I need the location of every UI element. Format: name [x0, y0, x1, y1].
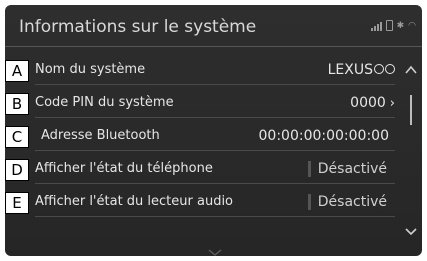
- row-value: LEXUS: [328, 62, 395, 78]
- scroll-up-icon[interactable]: [404, 63, 418, 77]
- row-divider: [35, 216, 395, 217]
- row-label: Nom du système: [35, 62, 146, 77]
- system-info-screen: Informations sur le système ✱ ◠ A Nom du…: [5, 5, 422, 256]
- chevron-down-icon: [208, 249, 222, 256]
- row-divider: [35, 84, 395, 85]
- bluetooth-icon: ✱: [396, 21, 405, 31]
- callout-tag: B: [5, 93, 29, 115]
- circle-icon: [385, 64, 395, 74]
- title-divider: [5, 46, 422, 47]
- scroll-down-icon[interactable]: [404, 227, 418, 237]
- chevron-right-icon: ›: [389, 96, 395, 111]
- toggle-indicator: [308, 194, 311, 210]
- signal-bars-icon: [370, 21, 382, 31]
- page-title: Informations sur le système: [19, 17, 257, 37]
- row-audio-status[interactable]: E Afficher l'état du lecteur audio Désac…: [5, 188, 395, 217]
- row-value: 00:00:00:00:00:00: [258, 128, 389, 144]
- circle-icon: [374, 64, 384, 74]
- toggle-indicator: [308, 161, 311, 177]
- row-value: Désactivé: [317, 194, 387, 210]
- callout-tag: C: [5, 126, 29, 148]
- row-value: 0000 ›: [350, 95, 395, 111]
- callout-tag: D: [5, 159, 29, 181]
- callout-tag: E: [5, 192, 29, 214]
- row-value: Désactivé: [317, 161, 387, 177]
- scrollbar[interactable]: [410, 95, 412, 125]
- row-divider: [35, 117, 395, 118]
- pin-value: 0000: [350, 95, 386, 111]
- row-phone-status[interactable]: D Afficher l'état du téléphone Désactivé: [5, 155, 395, 184]
- row-label: Code PIN du système: [35, 95, 174, 110]
- callout-tag: A: [5, 60, 29, 82]
- status-bar: ✱ ◠: [370, 17, 416, 31]
- row-divider: [35, 183, 395, 184]
- row-system-name[interactable]: A Nom du système LEXUS: [5, 56, 395, 85]
- phone-icon: [385, 20, 393, 31]
- system-name-text: LEXUS: [327, 62, 373, 78]
- row-divider: [35, 150, 395, 151]
- row-label: Adresse Bluetooth: [41, 128, 160, 143]
- row-pin-code[interactable]: B Code PIN du système 0000 ›: [5, 89, 395, 118]
- row-label: Afficher l'état du lecteur audio: [35, 194, 234, 209]
- wifi-icon: ◠: [408, 21, 416, 31]
- row-label: Afficher l'état du téléphone: [35, 161, 213, 176]
- row-bluetooth-address: C Adresse Bluetooth 00:00:00:00:00:00: [5, 122, 395, 151]
